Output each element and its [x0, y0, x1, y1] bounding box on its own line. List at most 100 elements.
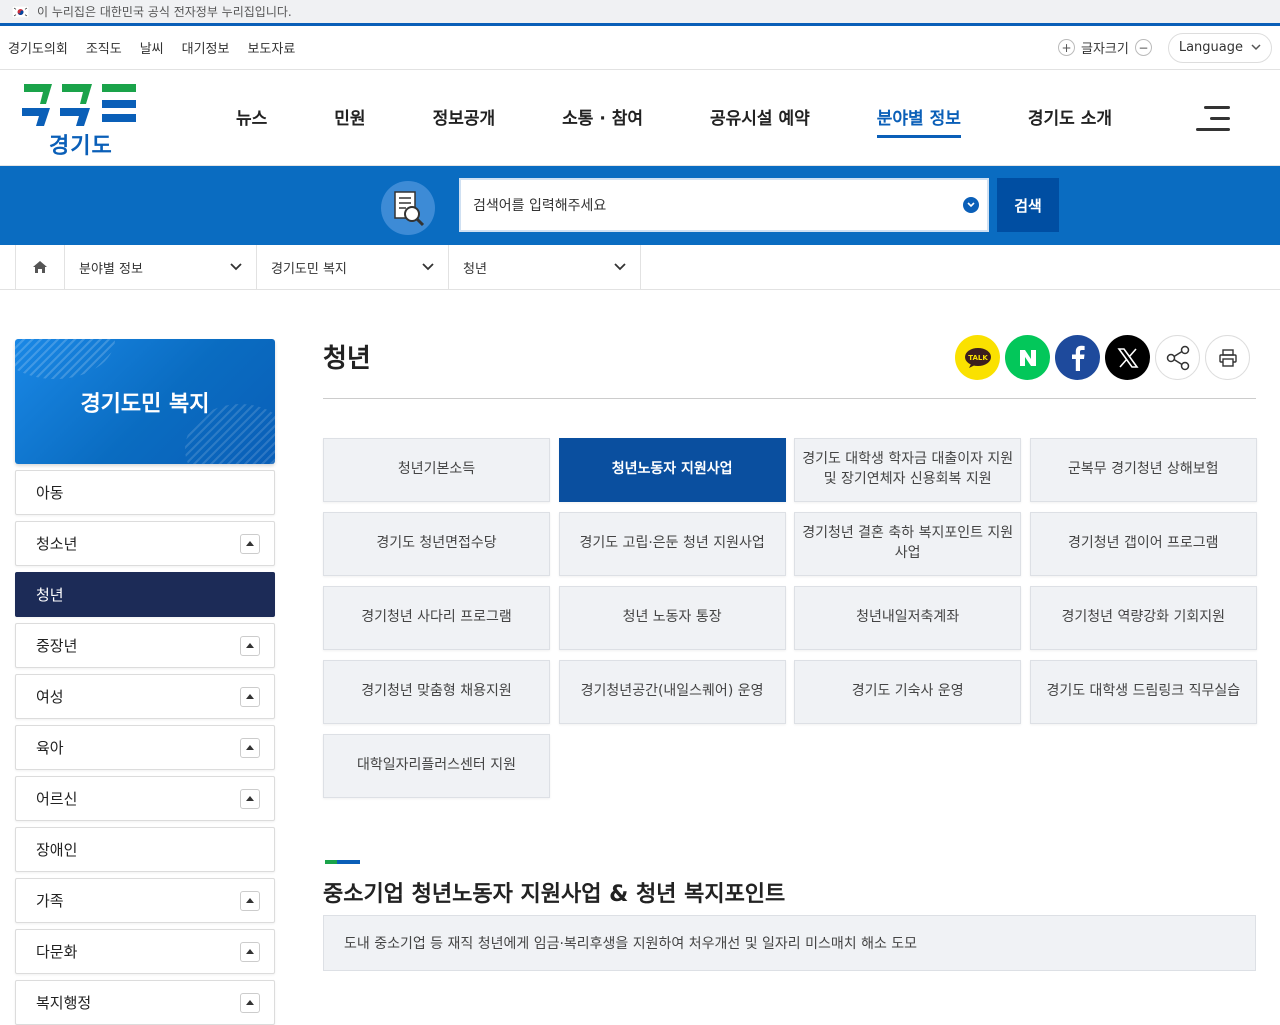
- gov-banner-text: 이 누리집은 대한민국 공식 전자정부 누리집입니다.: [37, 5, 292, 19]
- program-card[interactable]: 경기청년 맞춤형 채용지원: [323, 660, 550, 724]
- breadcrumb-label-3: 청년: [463, 261, 487, 277]
- font-increase-button[interactable]: +: [1058, 39, 1075, 56]
- font-decrease-button[interactable]: −: [1134, 39, 1152, 56]
- side-nav-title: 경기도민 복지: [80, 391, 210, 417]
- program-card[interactable]: 경기청년 역량강화 기회지원: [1029, 586, 1257, 650]
- side-item-multicultural[interactable]: 다문화: [15, 929, 275, 974]
- expand-toggle-icon[interactable]: [240, 890, 260, 911]
- utility-right: + 글자크기 − Language: [1058, 32, 1272, 63]
- program-card[interactable]: 경기도 청년면접수당: [323, 512, 550, 576]
- program-card[interactable]: 경기청년 갭이어 프로그램: [1029, 512, 1257, 576]
- nav-item-civil[interactable]: 민원: [334, 104, 365, 138]
- title-divider: [323, 398, 1256, 399]
- expand-toggle-icon[interactable]: [240, 737, 260, 758]
- expand-toggle-icon[interactable]: [240, 941, 260, 962]
- x-icon[interactable]: [1105, 335, 1150, 380]
- side-item-label: 여성: [36, 688, 64, 706]
- side-item-family[interactable]: 가족: [15, 878, 275, 923]
- side-nav-title-banner: 경기도민 복지: [15, 339, 275, 464]
- facebook-icon[interactable]: [1055, 335, 1100, 380]
- search-scope-chevron-icon[interactable]: [963, 197, 979, 213]
- side-item-label: 복지행정: [36, 994, 92, 1012]
- side-item-childcare[interactable]: 육아: [15, 725, 275, 770]
- breadcrumb-select-1[interactable]: 분야별 정보: [65, 245, 257, 289]
- program-card[interactable]: 대학일자리플러스센터 지원: [323, 734, 550, 798]
- breadcrumb-label-2: 경기도민 복지: [271, 261, 347, 277]
- breadcrumb-select-3[interactable]: 청년: [449, 245, 641, 289]
- side-item-middle-aged[interactable]: 중장년: [15, 623, 275, 668]
- side-item-seniors[interactable]: 어르신: [15, 776, 275, 821]
- nav-item-news[interactable]: 뉴스: [236, 104, 267, 138]
- gyeonggi-logo[interactable]: 경기도: [22, 82, 142, 159]
- program-card[interactable]: 경기청년 결혼 축하 복지포인트 지원사업: [794, 512, 1022, 576]
- kakaotalk-icon[interactable]: TALK: [955, 335, 1000, 380]
- search-placeholder: 검색어를 입력해주세요: [473, 198, 607, 214]
- utility-links: 경기도의회 조직도 날씨 대기정보 보도자료: [8, 38, 295, 57]
- util-link-press[interactable]: 보도자료: [247, 38, 295, 57]
- utility-bar: 경기도의회 조직도 날씨 대기정보 보도자료 + 글자크기 − Language: [0, 26, 1280, 70]
- nav-item-facility[interactable]: 공유시설 예약: [710, 104, 810, 138]
- side-item-women[interactable]: 여성: [15, 674, 275, 719]
- side-item-label: 어르신: [36, 790, 78, 808]
- side-item-children[interactable]: 아동: [15, 470, 275, 515]
- search-button[interactable]: 검색: [997, 178, 1059, 232]
- language-select[interactable]: Language: [1167, 32, 1272, 63]
- program-card[interactable]: 청년내일저축계좌: [794, 586, 1022, 650]
- program-card[interactable]: 경기청년 사다리 프로그램: [323, 586, 550, 650]
- side-item-welfare-admin[interactable]: 복지행정: [15, 980, 275, 1025]
- util-link-org[interactable]: 조직도: [86, 38, 122, 57]
- util-link-assembly[interactable]: 경기도의회: [8, 38, 68, 57]
- side-item-disabled[interactable]: 장애인: [15, 827, 275, 872]
- side-item-youth-teen[interactable]: 청소년: [15, 521, 275, 566]
- program-grid: 청년기본소득 청년노동자 지원사업 경기도 대학생 학자금 대출이자 지원 및 …: [323, 438, 1257, 798]
- nav-item-about[interactable]: 경기도 소개: [1028, 104, 1112, 138]
- nav-item-field-info[interactable]: 분야별 정보: [876, 104, 961, 138]
- print-icon[interactable]: [1205, 335, 1250, 380]
- main-content: 청년 TALK 청년기본소득 청년노동자 지원사업 경기도 대학생 학자금 대출…: [323, 330, 1257, 971]
- section-description-text: 도내 중소기업 등 재직 청년에게 임금·복리후생을 지원하여 처우개선 및 일…: [344, 936, 918, 952]
- expand-toggle-icon[interactable]: [240, 992, 260, 1013]
- chevron-down-icon: [1251, 44, 1261, 51]
- program-card[interactable]: 경기도 기숙사 운영: [794, 660, 1022, 724]
- program-card[interactable]: 경기도 고립·은둔 청년 지원사업: [558, 512, 786, 576]
- side-item-label: 중장년: [36, 637, 78, 655]
- breadcrumb-select-2[interactable]: 경기도민 복지: [257, 245, 449, 289]
- breadcrumb-label-1: 분야별 정보: [79, 261, 143, 277]
- side-item-label: 장애인: [36, 841, 78, 859]
- program-card[interactable]: 경기도 대학생 드림링크 직무실습: [1029, 660, 1257, 724]
- program-card[interactable]: 경기도 대학생 학자금 대출이자 지원 및 장기연체자 신용회복 지원: [794, 438, 1022, 502]
- search-input[interactable]: 검색어를 입력해주세요: [459, 178, 989, 232]
- program-card-active[interactable]: 청년노동자 지원사업: [558, 438, 786, 502]
- nav-item-info[interactable]: 정보공개: [433, 104, 496, 138]
- side-item-label: 육아: [36, 739, 64, 757]
- menu-icon[interactable]: [1196, 106, 1230, 132]
- share-icon[interactable]: [1155, 335, 1200, 380]
- program-card[interactable]: 경기청년공간(내일스퀘어) 운영: [558, 660, 786, 724]
- side-item-label: 아동: [36, 484, 64, 502]
- share-toolbar: TALK: [955, 335, 1250, 380]
- util-link-air[interactable]: 대기정보: [182, 38, 230, 57]
- program-card[interactable]: 청년 노동자 통장: [558, 586, 786, 650]
- breadcrumb: 분야별 정보 경기도민 복지 청년: [0, 245, 1280, 290]
- expand-toggle-icon[interactable]: [240, 788, 260, 809]
- util-link-weather[interactable]: 날씨: [140, 38, 164, 57]
- home-icon[interactable]: [15, 245, 65, 289]
- main-nav: 뉴스 민원 정보공개 소통 · 참여 공유시설 예약 분야별 정보 경기도 소개: [236, 104, 1179, 138]
- program-card[interactable]: 군복무 경기청년 상해보험: [1029, 438, 1257, 502]
- chevron-down-icon: [614, 263, 626, 271]
- nav-item-participation[interactable]: 소통 · 참여: [562, 104, 643, 138]
- naver-icon[interactable]: [1005, 335, 1050, 380]
- side-item-label: 다문화: [36, 943, 78, 961]
- section-title: 중소기업 청년노동자 지원사업 & 청년 복지포인트: [323, 882, 786, 907]
- search-document-icon: [380, 180, 436, 236]
- site-header: 경기도 뉴스 민원 정보공개 소통 · 참여 공유시설 예약 분야별 정보 경기…: [0, 70, 1280, 166]
- font-size-control: + 글자크기 −: [1058, 38, 1152, 57]
- side-item-young-adult[interactable]: 청년: [15, 572, 275, 617]
- expand-toggle-icon[interactable]: [240, 533, 260, 554]
- program-card[interactable]: 청년기본소득: [323, 438, 550, 502]
- search-band: 검색어를 입력해주세요 검색: [0, 166, 1280, 245]
- section-accent-bar: [325, 860, 360, 864]
- logo-text: 경기도: [49, 134, 113, 159]
- expand-toggle-icon[interactable]: [240, 635, 260, 656]
- expand-toggle-icon[interactable]: [240, 686, 260, 707]
